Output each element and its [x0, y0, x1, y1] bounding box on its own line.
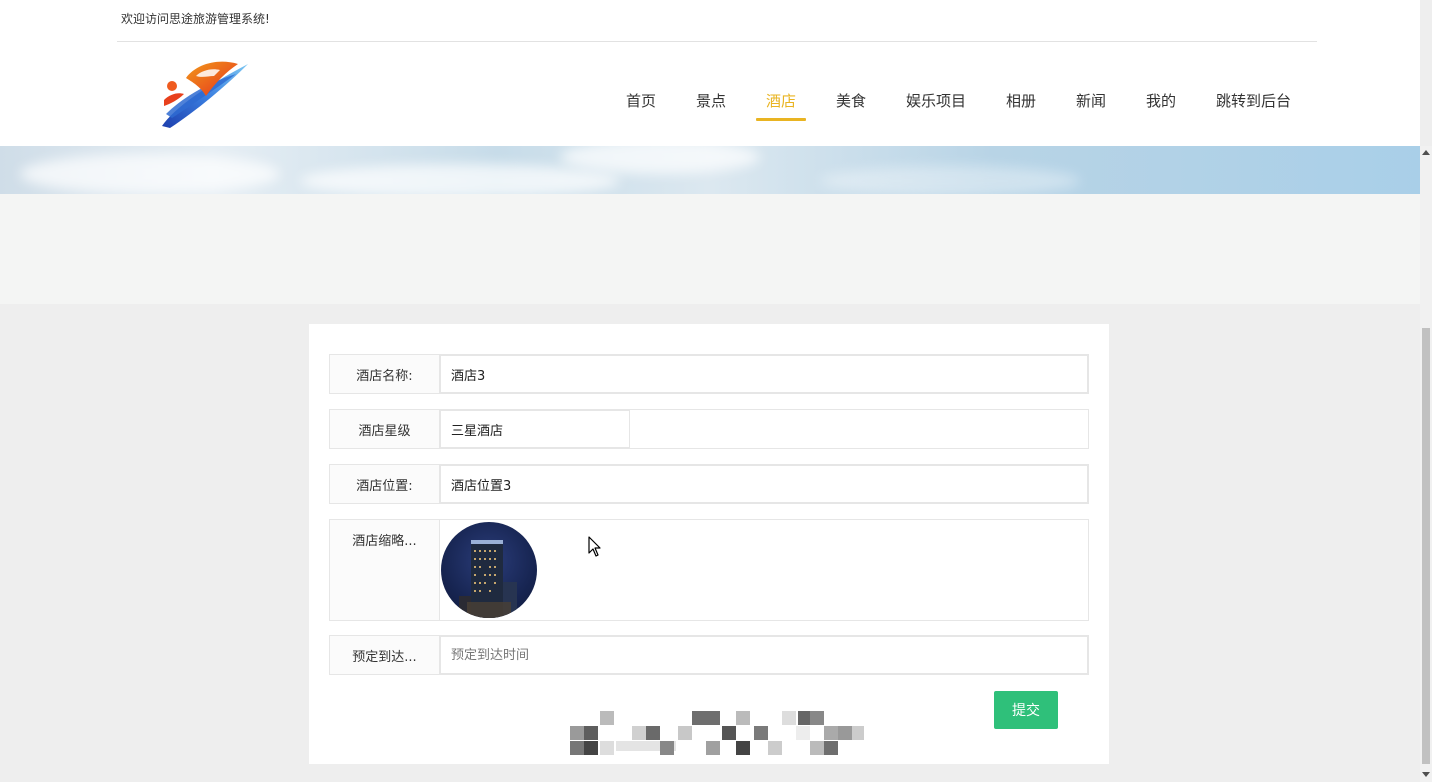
booking-form-card: 酒店名称: 酒店星级 酒店位置: 酒店缩略...: [309, 324, 1109, 764]
brand-logo-icon[interactable]: [156, 56, 252, 132]
hotel-name-row: 酒店名称:: [329, 354, 1089, 394]
hotel-thumbnail-image: [441, 522, 537, 618]
welcome-text: 欢迎访问思途旅游管理系统!: [121, 12, 270, 26]
scroll-up-arrow-icon[interactable]: [1422, 150, 1430, 155]
hotel-thumbnail-label: 酒店缩略...: [330, 520, 440, 620]
nav-item-entertainment[interactable]: 娱乐项目: [906, 80, 966, 124]
nav-active-indicator: [756, 118, 806, 121]
nav-item-mine[interactable]: 我的: [1146, 80, 1176, 124]
top-header: 欢迎访问思途旅游管理系统! 首页 景点 酒店 美食 娱乐项目 相册 新闻 我的 …: [0, 0, 1420, 146]
submit-button[interactable]: 提交: [994, 691, 1058, 729]
nav-item-admin[interactable]: 跳转到后台: [1216, 80, 1291, 124]
header-divider: [117, 41, 1317, 42]
hotel-star-input[interactable]: [440, 410, 630, 448]
hero-area: [0, 194, 1420, 304]
banner-image: [0, 146, 1420, 194]
hotel-location-row: 酒店位置:: [329, 464, 1089, 504]
arrival-time-label: 预定到达...: [330, 636, 440, 674]
arrival-time-input[interactable]: [440, 636, 1088, 674]
nav-item-food[interactable]: 美食: [836, 80, 866, 124]
hotel-thumbnail-row: 酒店缩略...: [329, 519, 1089, 621]
hotel-name-label: 酒店名称:: [330, 355, 440, 393]
hotel-star-label: 酒店星级: [330, 410, 440, 448]
hotel-location-input[interactable]: [440, 465, 1088, 503]
hotel-star-row: 酒店星级: [329, 409, 1089, 449]
nav-item-scenic-spots[interactable]: 景点: [696, 80, 726, 124]
hotel-name-input[interactable]: [440, 355, 1088, 393]
scroll-down-arrow-icon[interactable]: [1422, 772, 1430, 777]
nav-item-album[interactable]: 相册: [1006, 80, 1036, 124]
hotel-location-label: 酒店位置:: [330, 465, 440, 503]
scroll-thumb[interactable]: [1422, 328, 1430, 764]
pixelated-captcha-area: [570, 711, 866, 761]
nav-item-home[interactable]: 首页: [626, 80, 656, 124]
nav-item-news[interactable]: 新闻: [1076, 80, 1106, 124]
arrival-time-row: 预定到达...: [329, 635, 1089, 675]
mouse-cursor-icon: [588, 536, 602, 562]
